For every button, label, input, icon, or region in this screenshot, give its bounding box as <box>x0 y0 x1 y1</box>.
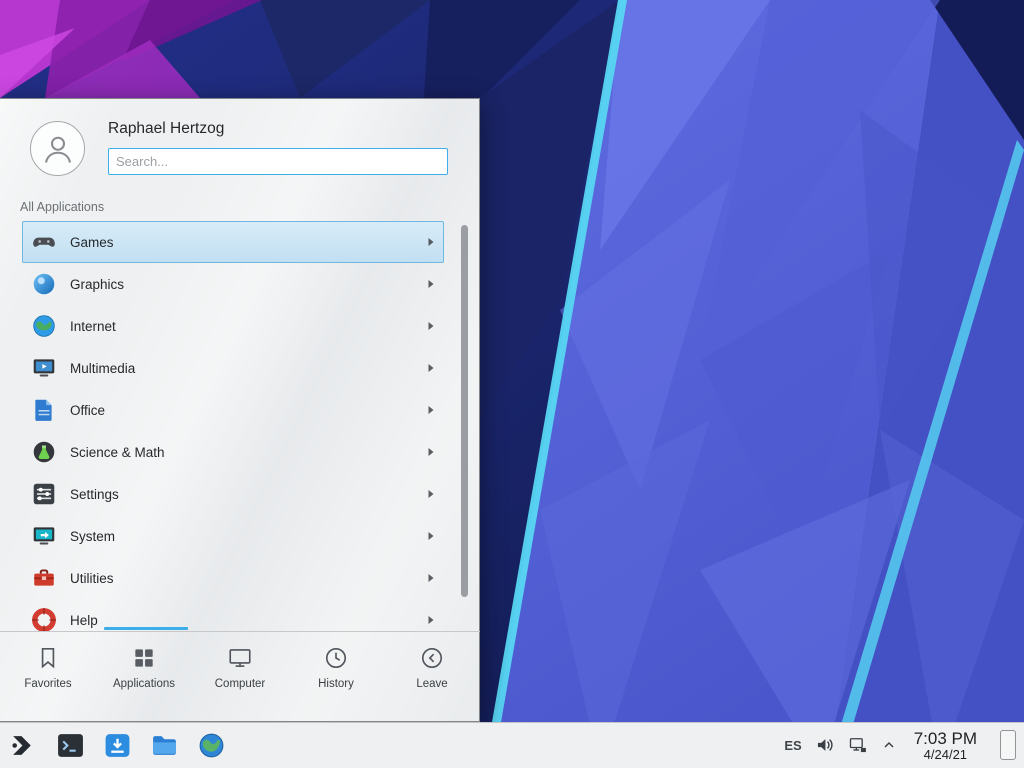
web-browser-icon[interactable] <box>197 731 226 760</box>
tab-applications[interactable]: Applications <box>96 632 192 721</box>
clock-date: 4/24/21 <box>914 748 977 763</box>
category-label: Graphics <box>70 277 124 292</box>
leave-icon <box>419 645 445 671</box>
section-label: All Applications <box>20 200 104 214</box>
tab-label: History <box>318 678 354 690</box>
category-label: Office <box>70 403 105 418</box>
tab-label: Favorites <box>24 678 71 690</box>
category-games[interactable]: Games <box>22 221 444 263</box>
application-launcher-menu: Raphael Hertzog All Applications Games G… <box>0 98 480 722</box>
search-input[interactable] <box>108 148 448 175</box>
active-tab-indicator <box>104 627 188 630</box>
category-label: Multimedia <box>70 361 135 376</box>
category-label: Games <box>70 235 114 250</box>
globe-icon <box>31 313 57 339</box>
tab-history[interactable]: History <box>288 632 384 721</box>
keyboard-layout-indicator[interactable]: ES <box>784 738 801 753</box>
flask-icon <box>31 439 57 465</box>
clock-time: 7:03 PM <box>914 729 977 748</box>
category-graphics[interactable]: Graphics <box>22 263 444 305</box>
tab-label: Applications <box>113 678 175 690</box>
user-name: Raphael Hertzog <box>108 120 224 138</box>
user-icon <box>40 131 76 167</box>
lifebuoy-icon <box>31 607 57 633</box>
terminal-icon[interactable] <box>56 731 85 760</box>
category-settings[interactable]: Settings <box>22 473 444 515</box>
category-label: Science & Math <box>70 445 165 460</box>
category-system[interactable]: System <box>22 515 444 557</box>
chevron-right-icon <box>427 405 435 415</box>
chevron-right-icon <box>427 573 435 583</box>
system-tray: ES 7:03 PM 4/24/21 <box>784 729 1024 763</box>
category-office[interactable]: Office <box>22 389 444 431</box>
show-desktop-widget[interactable] <box>1000 730 1016 760</box>
category-label: Internet <box>70 319 116 334</box>
expand-tray-caret-icon[interactable] <box>881 737 897 753</box>
clock-icon <box>323 645 349 671</box>
bookmark-icon <box>35 645 61 671</box>
category-label: Help <box>70 613 98 628</box>
tab-leave[interactable]: Leave <box>384 632 480 721</box>
chevron-right-icon <box>427 615 435 625</box>
launcher-tabbar: Favorites Applications Computer History … <box>0 631 480 721</box>
volume-icon[interactable] <box>815 735 835 755</box>
category-internet[interactable]: Internet <box>22 305 444 347</box>
monitor-system-icon <box>31 523 57 549</box>
file-manager-icon[interactable] <box>150 731 179 760</box>
category-utilities[interactable]: Utilities <box>22 557 444 599</box>
category-label: Utilities <box>70 571 114 586</box>
document-icon <box>31 397 57 423</box>
category-science-math[interactable]: Science & Math <box>22 431 444 473</box>
category-help[interactable]: Help <box>22 599 444 633</box>
chevron-right-icon <box>427 531 435 541</box>
grid-icon <box>131 645 157 671</box>
computer-icon <box>227 645 253 671</box>
tab-favorites[interactable]: Favorites <box>0 632 96 721</box>
digital-clock[interactable]: 7:03 PM 4/24/21 <box>914 729 977 763</box>
category-label: Settings <box>70 487 119 502</box>
chevron-right-icon <box>427 279 435 289</box>
discover-icon[interactable] <box>103 731 132 760</box>
sliders-icon <box>31 481 57 507</box>
tab-computer[interactable]: Computer <box>192 632 288 721</box>
taskbar-launchers <box>0 731 226 760</box>
category-label: System <box>70 529 115 544</box>
chevron-right-icon <box>427 321 435 331</box>
taskbar: ES 7:03 PM 4/24/21 <box>0 722 1024 768</box>
chevron-right-icon <box>427 237 435 247</box>
graphics-sphere-icon <box>31 271 57 297</box>
network-icon[interactable] <box>848 735 868 755</box>
toolbox-icon <box>31 565 57 591</box>
gamepad-icon <box>31 229 57 255</box>
app-launcher-icon[interactable] <box>9 731 38 760</box>
chevron-right-icon <box>427 447 435 457</box>
scrollbar[interactable] <box>461 225 468 597</box>
tab-label: Leave <box>416 678 447 690</box>
chevron-right-icon <box>427 363 435 373</box>
tab-label: Computer <box>215 678 266 690</box>
category-multimedia[interactable]: Multimedia <box>22 347 444 389</box>
monitor-play-icon <box>31 355 57 381</box>
category-list: Games Graphics Internet Multimedia <box>0 221 480 633</box>
user-avatar[interactable] <box>30 121 85 176</box>
chevron-right-icon <box>427 489 435 499</box>
